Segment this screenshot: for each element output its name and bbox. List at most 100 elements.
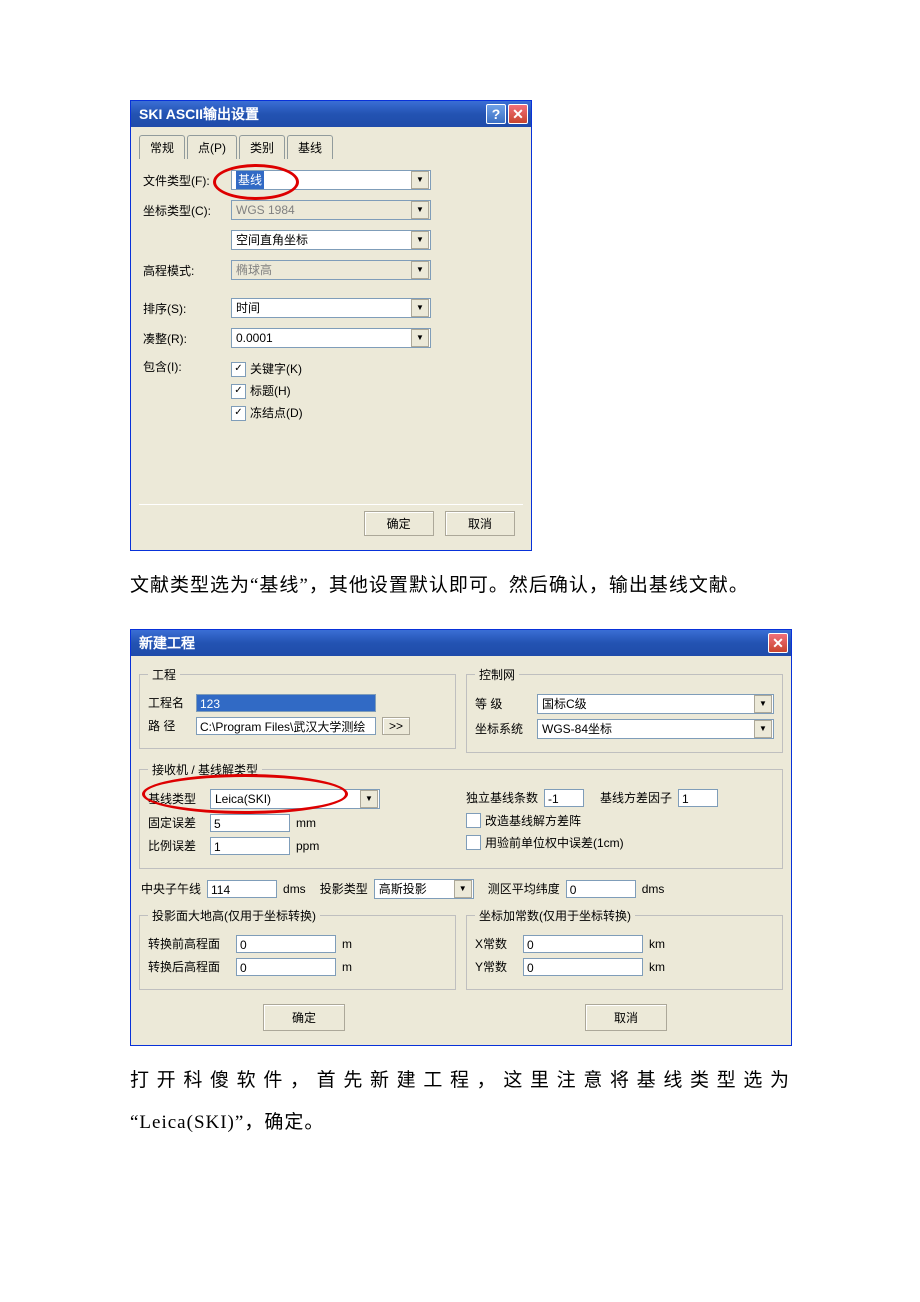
group-proj-height-legend: 投影面大地高(仅用于坐标转换) [148, 907, 320, 924]
baseline-type-value: Leica(SKI) [215, 790, 271, 808]
close-button[interactable]: ✕ [768, 633, 788, 653]
chk-prior-row[interactable]: 用验前单位权中误差(1cm) [466, 834, 624, 851]
cancel-button[interactable]: 取消 [585, 1004, 667, 1031]
dialog-titlebar: SKI ASCII输出设置 ? ✕ [131, 101, 531, 127]
group-receiver: 接收机 / 基线解类型 基线类型 Leica(SKI) ▼ 固定误差 [139, 761, 783, 869]
dms-unit: dms [642, 882, 665, 896]
round-label: 凑整(R): [143, 330, 225, 347]
grade-label: 等 级 [475, 695, 531, 712]
chk-prior-label: 用验前单位权中误差(1cm) [485, 834, 624, 851]
after-input[interactable]: 0 [236, 958, 336, 976]
dropdown-arrow-icon: ▼ [411, 261, 429, 279]
project-name-input[interactable]: 123 [196, 694, 376, 712]
before-input[interactable]: 0 [236, 935, 336, 953]
round-combo[interactable]: 0.0001 ▼ [231, 328, 431, 348]
central-meridian-label: 中央子午线 [141, 880, 201, 897]
dropdown-arrow-icon: ▼ [754, 720, 772, 738]
var-factor-input[interactable]: 1 [678, 789, 718, 807]
paragraph-2a: 打开科傻软件，首先新建工程，这里注意将基线类型选为 [130, 1060, 790, 1102]
dropdown-arrow-icon: ▼ [411, 299, 429, 317]
ski-ascii-dialog: SKI ASCII输出设置 ? ✕ 常规 点(P) 类别 基线 文件类型(F):… [130, 100, 532, 551]
dropdown-arrow-icon: ▼ [754, 695, 772, 713]
project-name-label: 工程名 [148, 694, 190, 711]
browse-button[interactable]: >> [382, 717, 410, 735]
proj-type-label: 投影类型 [320, 880, 368, 897]
chk-keyword-row[interactable]: ✓ 关键字(K) [231, 358, 303, 380]
indep-baseline-input[interactable]: -1 [544, 789, 584, 807]
group-control-net: 控制网 等 级 国标C级 ▼ 坐标系统 WGS-84坐标 [466, 666, 783, 753]
m-unit: m [342, 937, 352, 951]
tab-general[interactable]: 常规 [139, 135, 185, 159]
dropdown-arrow-icon: ▼ [411, 201, 429, 219]
coord-sys-combo[interactable]: WGS-84坐标 ▼ [537, 719, 774, 739]
baseline-type-combo[interactable]: Leica(SKI) ▼ [210, 789, 380, 809]
include-label: 包含(I): [143, 358, 225, 375]
group-proj-height: 投影面大地高(仅用于坐标转换) 转换前高程面 0 m 转换后高程面 0 m [139, 907, 456, 990]
indep-baseline-label: 独立基线条数 [466, 789, 538, 806]
dropdown-arrow-icon: ▼ [360, 790, 378, 808]
path-input[interactable]: C:\Program Files\武汉大学测绘 [196, 717, 376, 735]
file-type-combo[interactable]: 基线 ▼ [231, 170, 431, 190]
y-const-label: Y常数 [475, 958, 517, 975]
paragraph-2b: “Leica(SKI)”，确定。 [130, 1112, 324, 1133]
dialog-title: 新建工程 [139, 630, 195, 656]
ratio-err-unit: ppm [296, 839, 319, 853]
coord-type1-combo: WGS 1984 ▼ [231, 200, 431, 220]
proj-type-combo[interactable]: 高斯投影 ▼ [374, 879, 474, 899]
ratio-err-label: 比例误差 [148, 837, 204, 854]
tab-category[interactable]: 类别 [239, 135, 285, 159]
chk-title-row[interactable]: ✓ 标题(H) [231, 380, 303, 402]
central-meridian-input[interactable]: 114 [207, 880, 277, 898]
sort-combo[interactable]: 时间 ▼ [231, 298, 431, 318]
dropdown-arrow-icon: ▼ [454, 880, 472, 898]
checkbox-icon [466, 813, 481, 828]
coord-sys-label: 坐标系统 [475, 720, 531, 737]
coord-type1-value: WGS 1984 [236, 201, 295, 219]
group-offset: 坐标加常数(仅用于坐标转换) X常数 0 km Y常数 0 km [466, 907, 783, 990]
ratio-err-input[interactable]: 1 [210, 837, 290, 855]
fixed-err-label: 固定误差 [148, 814, 204, 831]
fixed-err-unit: mm [296, 816, 316, 830]
baseline-type-label: 基线类型 [148, 790, 204, 807]
ok-button[interactable]: 确定 [263, 1004, 345, 1031]
group-project: 工程 工程名 123 路 径 C:\Program Files\武汉大学测绘 >… [139, 666, 456, 749]
new-project-dialog: 新建工程 ✕ 工程 工程名 123 路 径 C:\Program [130, 629, 792, 1046]
coord-type2-combo[interactable]: 空间直角坐标 ▼ [231, 230, 431, 250]
fixed-err-input[interactable]: 5 [210, 814, 290, 832]
grade-combo[interactable]: 国标C级 ▼ [537, 694, 774, 714]
sort-value: 时间 [236, 299, 260, 317]
dropdown-arrow-icon: ▼ [411, 231, 429, 249]
close-button[interactable]: ✕ [508, 104, 528, 124]
coord-sys-value: WGS-84坐标 [542, 720, 612, 738]
path-label: 路 径 [148, 717, 190, 734]
checkbox-icon: ✓ [231, 362, 246, 377]
x-const-input[interactable]: 0 [523, 935, 643, 953]
group-offset-legend: 坐标加常数(仅用于坐标转换) [475, 907, 635, 924]
dialog-titlebar: 新建工程 ✕ [131, 630, 791, 656]
after-label: 转换后高程面 [148, 958, 230, 975]
help-button[interactable]: ? [486, 104, 506, 124]
ok-button[interactable]: 确定 [364, 511, 434, 536]
height-mode-label: 高程模式: [143, 262, 225, 279]
paragraph-2: 打开科傻软件，首先新建工程，这里注意将基线类型选为 “Leica(SKI)”，确… [130, 1060, 790, 1144]
dropdown-arrow-icon: ▼ [411, 171, 429, 189]
km-unit: km [649, 937, 665, 951]
chk-freeze-label: 冻结点(D) [250, 402, 303, 424]
tab-point[interactable]: 点(P) [187, 135, 237, 159]
cancel-button[interactable]: 取消 [445, 511, 515, 536]
file-type-label: 文件类型(F): [143, 172, 225, 189]
proj-type-value: 高斯投影 [379, 880, 427, 898]
avg-lat-input[interactable]: 0 [566, 880, 636, 898]
before-label: 转换前高程面 [148, 935, 230, 952]
tab-baseline[interactable]: 基线 [287, 135, 333, 159]
dropdown-arrow-icon: ▼ [411, 329, 429, 347]
group-receiver-legend: 接收机 / 基线解类型 [148, 761, 262, 778]
height-mode-value: 椭球高 [236, 261, 272, 279]
group-control-legend: 控制网 [475, 666, 519, 683]
chk-modify-row[interactable]: 改造基线解方差阵 [466, 812, 581, 829]
paragraph-1: 文献类型选为“基线”，其他设置默认即可。然后确认，输出基线文献。 [130, 565, 790, 607]
chk-freeze-row[interactable]: ✓ 冻结点(D) [231, 402, 303, 424]
y-const-input[interactable]: 0 [523, 958, 643, 976]
avg-lat-label: 测区平均纬度 [488, 880, 560, 897]
checkbox-icon: ✓ [231, 384, 246, 399]
